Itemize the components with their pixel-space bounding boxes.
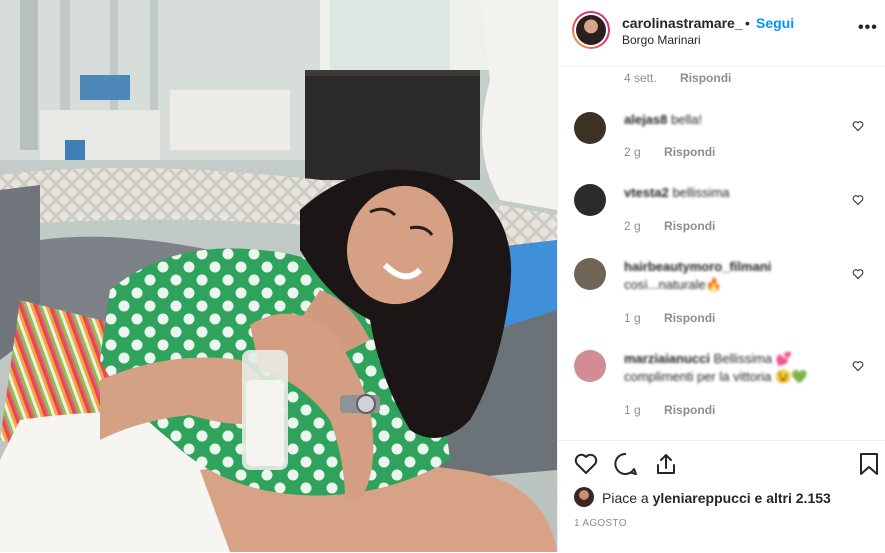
comment-time: 2 g (624, 145, 641, 159)
comment-body: bellissima (672, 185, 730, 200)
photo-scene (0, 0, 557, 552)
previous-comment-meta: 4 sett. Rispondi (624, 71, 731, 85)
comment-text: hairbeautymoro_filmani così...naturale🔥 (624, 258, 844, 294)
commenter-avatar[interactable] (574, 258, 606, 290)
more-options-icon[interactable]: ••• (858, 19, 878, 37)
commenter-avatar[interactable] (574, 112, 606, 144)
commenter-avatar[interactable] (574, 184, 606, 216)
likes-summary[interactable]: Piace a yleniareppucci e altri 2.153 (602, 490, 831, 506)
comment-text: alejas8 bella! (624, 111, 844, 129)
post-date: 1 AGOSTO (574, 518, 627, 529)
comment-time: 1 g (624, 403, 641, 417)
comment-author[interactable]: hairbeautymoro_filmani (624, 259, 771, 274)
post-actions: Piace a yleniareppucci e altri 2.153 1 A… (558, 440, 885, 553)
post-header: carolinastramare_ • Segui Borgo Marinari… (558, 0, 885, 67)
avatar-border (574, 13, 608, 47)
header-separator: • (745, 15, 750, 31)
bookmark-icon[interactable] (856, 451, 882, 477)
post-location[interactable]: Borgo Marinari (622, 33, 701, 47)
follow-button[interactable]: Segui (756, 15, 794, 31)
reply-button[interactable]: Rispondi (664, 145, 715, 159)
comment-meta: 1 g Rispondi (624, 311, 715, 325)
post-side-panel: carolinastramare_ • Segui Borgo Marinari… (557, 0, 885, 552)
comment-text: marziaianucci Bellissima 💕 complimenti p… (624, 350, 844, 386)
comment-icon[interactable] (613, 451, 639, 477)
heart-icon[interactable] (573, 451, 599, 477)
comment-time: 4 sett. (624, 71, 657, 85)
like-comment-heart-icon[interactable] (852, 360, 864, 372)
like-comment-heart-icon[interactable] (852, 120, 864, 132)
comment-time: 1 g (624, 311, 641, 325)
comment-body: bella! (671, 112, 703, 127)
like-comment-heart-icon[interactable] (852, 268, 864, 280)
likes-user[interactable]: yleniareppucci (653, 490, 751, 506)
reply-button[interactable]: Rispondi (664, 311, 715, 325)
comment-meta: 1 g Rispondi (624, 403, 715, 417)
comment-text: vtesta2 bellissima (624, 184, 844, 202)
reply-button[interactable]: Rispondi (680, 71, 731, 85)
comment-body: così...naturale🔥 (624, 277, 722, 292)
reply-button[interactable]: Rispondi (664, 403, 715, 417)
comment-meta: 2 g Rispondi (624, 145, 715, 159)
like-comment-heart-icon[interactable] (852, 194, 864, 206)
comment-author[interactable]: alejas8 (624, 112, 667, 127)
comment-meta: 2 g Rispondi (624, 219, 715, 233)
comment-author[interactable]: marziaianucci (624, 351, 710, 366)
author-avatar[interactable] (572, 11, 610, 49)
share-icon[interactable] (653, 451, 679, 477)
likes-suffix[interactable]: e altri 2.153 (751, 490, 831, 506)
liker-avatar[interactable] (574, 487, 594, 507)
avatar-image (576, 15, 606, 45)
reply-button[interactable]: Rispondi (664, 219, 715, 233)
author-username[interactable]: carolinastramare_ (622, 15, 743, 31)
commenter-avatar[interactable] (574, 350, 606, 382)
comment-author[interactable]: vtesta2 (624, 185, 669, 200)
likes-prefix: Piace a (602, 490, 653, 506)
post-photo[interactable] (0, 0, 557, 552)
comment-time: 2 g (624, 219, 641, 233)
